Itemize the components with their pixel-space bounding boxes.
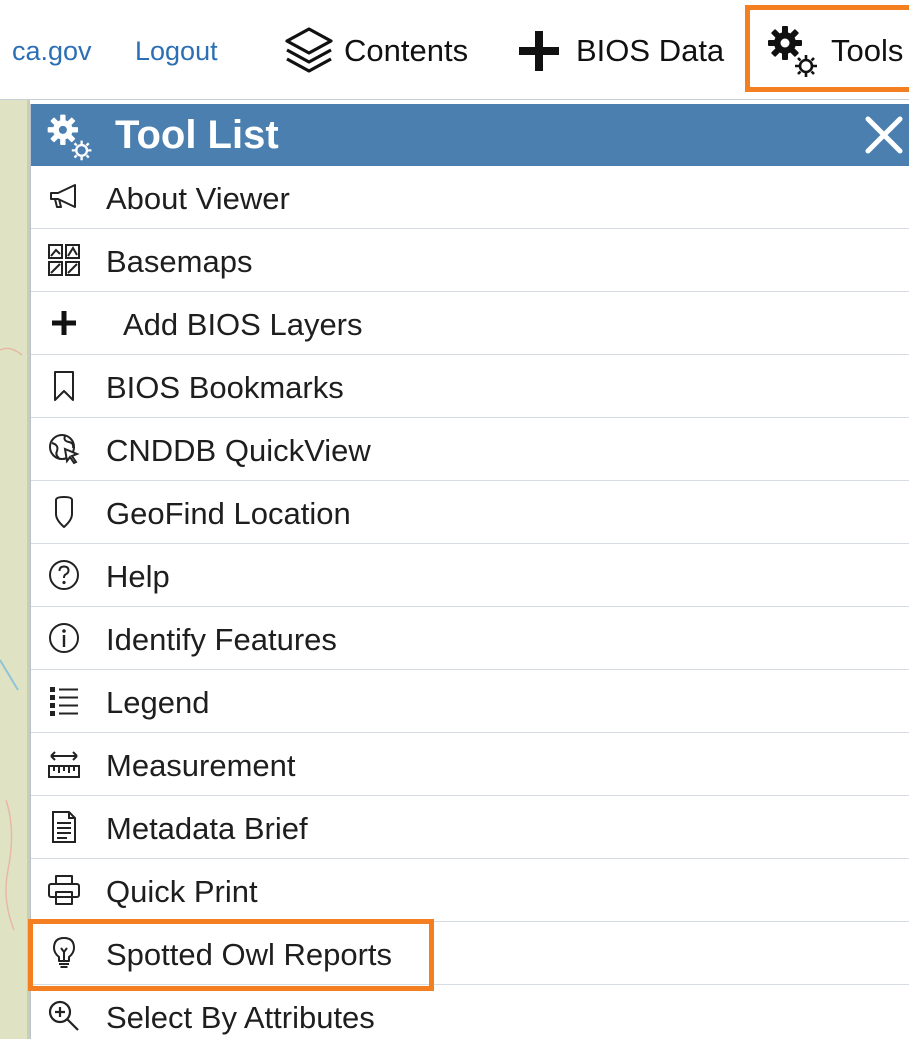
tool-list-panel: Tool List About Viewer Basemaps Add BIOS… [30, 104, 909, 1039]
tools-label: Tools [831, 33, 904, 68]
layers-icon [285, 27, 333, 73]
tool-item-label: Basemaps [106, 244, 253, 279]
tool-item-legend[interactable]: Legend [31, 670, 909, 733]
panel-title: Tool List [115, 113, 279, 157]
tools-button[interactable]: Tools [765, 20, 903, 82]
globe-cursor-icon [47, 432, 81, 466]
tool-item-basemaps[interactable]: Basemaps [31, 229, 909, 292]
contents-button[interactable]: Contents [282, 20, 468, 82]
printer-icon [47, 873, 81, 907]
bios-data-label: BIOS Data [576, 33, 725, 68]
question-circle-icon [47, 558, 81, 592]
tool-item-identify-features[interactable]: Identify Features [31, 607, 909, 670]
gears-icon [47, 114, 92, 161]
document-icon [47, 810, 81, 844]
tool-item-geofind-location[interactable]: GeoFind Location [31, 481, 909, 544]
lightbulb-icon [47, 936, 81, 970]
tool-list: About Viewer Basemaps Add BIOS Layers BI… [31, 166, 909, 1039]
plus-icon [47, 306, 81, 340]
tool-item-label: Legend [106, 685, 210, 720]
gears-icon [768, 26, 817, 77]
tool-item-label: BIOS Bookmarks [106, 370, 344, 405]
tool-item-cnddb-quickview[interactable]: CNDDB QuickView [31, 418, 909, 481]
tool-item-label: Help [106, 559, 170, 594]
tool-item-add-bios-layers[interactable]: Add BIOS Layers [31, 292, 909, 355]
close-button[interactable] [863, 114, 905, 156]
basemap-grid-icon [47, 243, 81, 277]
logout-link[interactable]: Logout [135, 36, 218, 67]
plus-icon [519, 31, 559, 71]
tool-item-label: Identify Features [106, 622, 337, 657]
tool-item-label: GeoFind Location [106, 496, 351, 531]
tool-item-select-by-attributes[interactable]: Select By Attributes [31, 985, 909, 1039]
tool-item-label: Spotted Owl Reports [106, 937, 393, 972]
tool-item-label: Measurement [106, 748, 296, 783]
map-pin-icon [47, 495, 81, 529]
megaphone-icon [47, 180, 81, 214]
tool-item-label: Quick Print [106, 874, 258, 909]
zoom-plus-icon [47, 999, 81, 1033]
tool-item-about-viewer[interactable]: About Viewer [31, 166, 909, 229]
tool-item-measurement[interactable]: Measurement [31, 733, 909, 796]
ca-gov-link[interactable]: ca.gov [12, 36, 92, 67]
top-navigation-bar: ca.gov Logout Contents BIOS Data Tools [0, 0, 909, 100]
tool-item-label: Select By Attributes [106, 1000, 375, 1035]
bookmark-icon [47, 369, 81, 403]
panel-header: Tool List [31, 104, 909, 166]
contents-label: Contents [344, 33, 469, 68]
tool-item-label: About Viewer [106, 181, 290, 216]
tool-item-label: CNDDB QuickView [106, 433, 371, 468]
ruler-icon [47, 747, 81, 781]
tool-item-label: Metadata Brief [106, 811, 308, 846]
bios-data-button[interactable]: BIOS Data [516, 20, 724, 82]
tool-item-help[interactable]: Help [31, 544, 909, 607]
tool-item-quick-print[interactable]: Quick Print [31, 859, 909, 922]
tool-item-metadata-brief[interactable]: Metadata Brief [31, 796, 909, 859]
info-circle-icon [47, 621, 81, 655]
tool-item-spotted-owl-reports[interactable]: Spotted Owl Reports [31, 922, 909, 985]
tool-item-label: Add BIOS Layers [123, 307, 363, 342]
map-features [0, 347, 23, 931]
tool-item-bios-bookmarks[interactable]: BIOS Bookmarks [31, 355, 909, 418]
map-background [0, 100, 30, 1039]
list-icon [47, 684, 81, 718]
close-icon [865, 116, 903, 154]
